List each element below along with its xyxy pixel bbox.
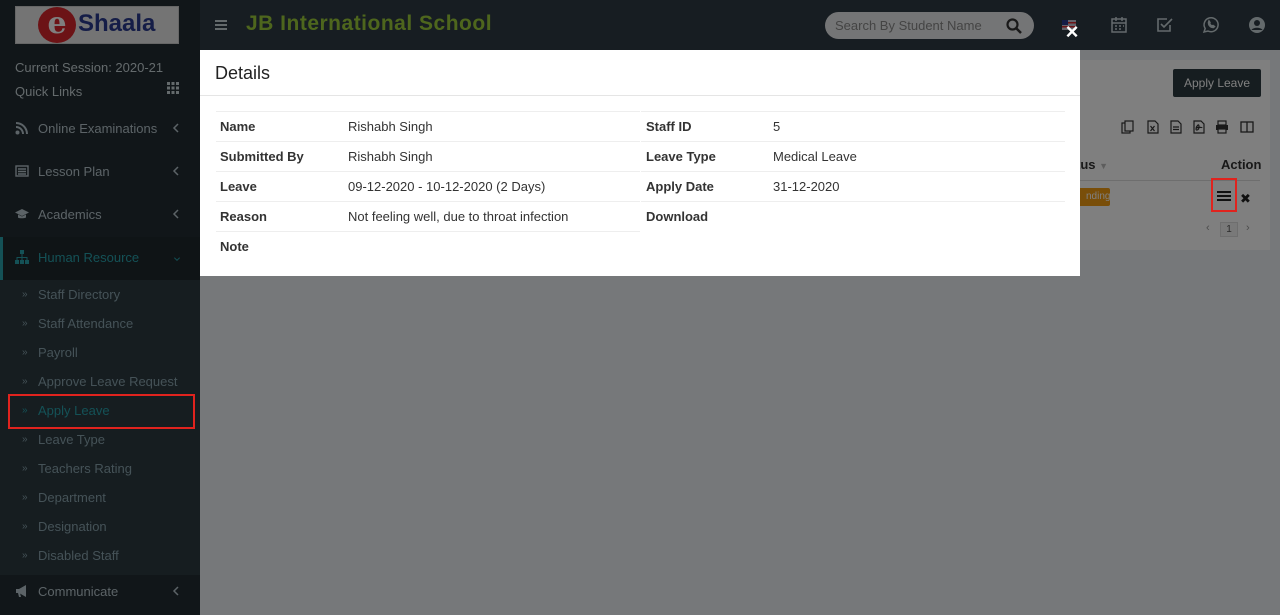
detail-divider [216,201,640,202]
label-apply-date: Apply Date [646,179,714,194]
detail-divider [216,171,640,172]
label-name: Name [220,119,256,134]
apply-leave-highlight [8,394,195,429]
detail-divider [641,111,1065,112]
detail-divider [641,201,1065,202]
modal-title: Details [215,63,271,83]
value-leave-type: Medical Leave [773,149,857,164]
value-reason: Not feeling well, due to throat infectio… [348,209,569,224]
modal-divider [200,95,1080,96]
value-leave: 09-12-2020 - 10-12-2020 (2 Days) [348,179,546,194]
detail-divider [216,111,640,112]
value-name: Rishabh Singh [348,119,433,134]
detail-divider [641,141,1065,142]
label-download: Download [646,209,709,224]
label-note: Note [220,239,249,254]
view-button-highlight [1211,178,1237,212]
value-staff-id: 5 [773,119,781,134]
detail-divider [641,171,1065,172]
label-staff-id: Staff ID [646,119,692,134]
label-submitted-by: Submitted By [220,149,304,164]
label-reason: Reason [220,209,267,224]
detail-divider [216,141,640,142]
value-apply-date: 31-12-2020 [773,179,840,194]
label-leave: Leave [220,179,257,194]
value-submitted-by: Rishabh Singh [348,149,433,164]
details-modal: Details Name Rishabh Singh Staff ID 5 Su… [200,50,1080,276]
detail-divider [216,231,640,232]
close-icon[interactable]: × [1062,21,1082,43]
label-leave-type: Leave Type [646,149,716,164]
